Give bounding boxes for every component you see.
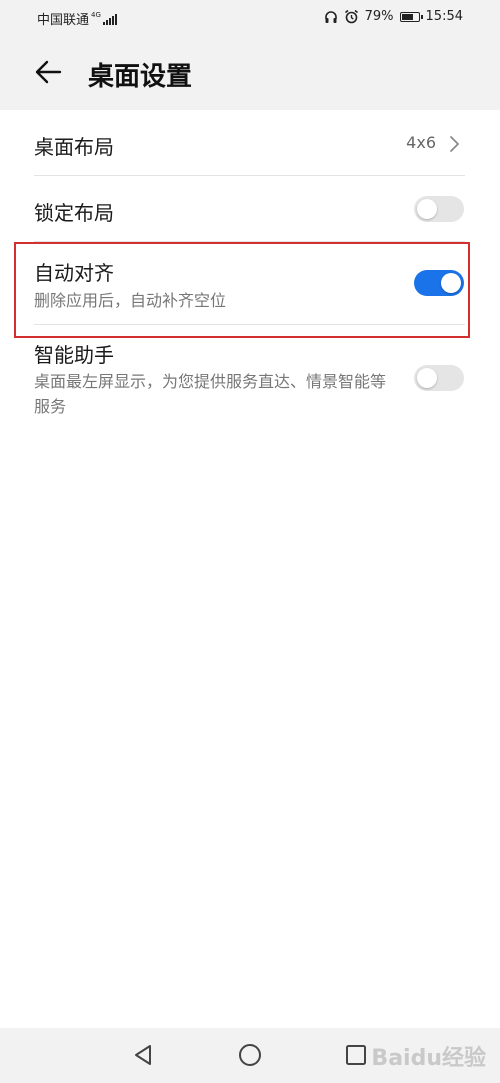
status-right: 79% 15:54 <box>324 9 463 24</box>
toggle-knob <box>417 199 437 219</box>
network-type: 4G <box>91 11 101 19</box>
lock-layout-label: 锁定布局 <box>34 201 114 225</box>
alarm-icon <box>344 9 358 24</box>
back-arrow-icon <box>35 60 62 84</box>
page-title: 桌面设置 <box>88 62 193 92</box>
lock-layout-toggle[interactable] <box>414 196 464 222</box>
headset-icon <box>324 10 337 23</box>
auto-align-description: 删除应用后，自动补齐空位 <box>34 291 227 310</box>
auto-align-toggle[interactable] <box>414 270 464 296</box>
smart-assistant-description: 桌面最左屏显示，为您提供服务直达、情景智能等服务 <box>34 372 387 416</box>
carrier-label: 中国联通 <box>37 13 90 28</box>
toggle-knob <box>441 273 461 293</box>
home-circle-icon[interactable] <box>237 1042 263 1068</box>
battery-icon <box>399 11 423 22</box>
signal-icon <box>102 13 117 25</box>
auto-align-label: 自动对齐 <box>34 261 114 285</box>
clock: 15:54 <box>425 9 463 24</box>
layout-value: 4x6 <box>406 133 436 152</box>
back-triangle-icon[interactable] <box>130 1042 156 1068</box>
toggle-knob <box>417 368 437 388</box>
watermark: Baidu经验 <box>371 1046 486 1071</box>
status-bar: 中国联通 4G 79% 15:54 <box>0 0 500 36</box>
divider <box>34 175 465 176</box>
smart-assistant-label: 智能助手 <box>34 343 114 367</box>
status-left: 中国联通 4G <box>37 9 117 28</box>
back-button[interactable] <box>30 52 70 92</box>
battery-percent: 79% <box>364 9 394 24</box>
smart-assistant-toggle[interactable] <box>414 365 464 391</box>
chevron-right-icon <box>450 136 459 152</box>
layout-label: 桌面布局 <box>34 135 114 159</box>
divider <box>34 324 465 325</box>
recents-square-icon[interactable] <box>343 1042 369 1068</box>
divider <box>34 241 465 242</box>
